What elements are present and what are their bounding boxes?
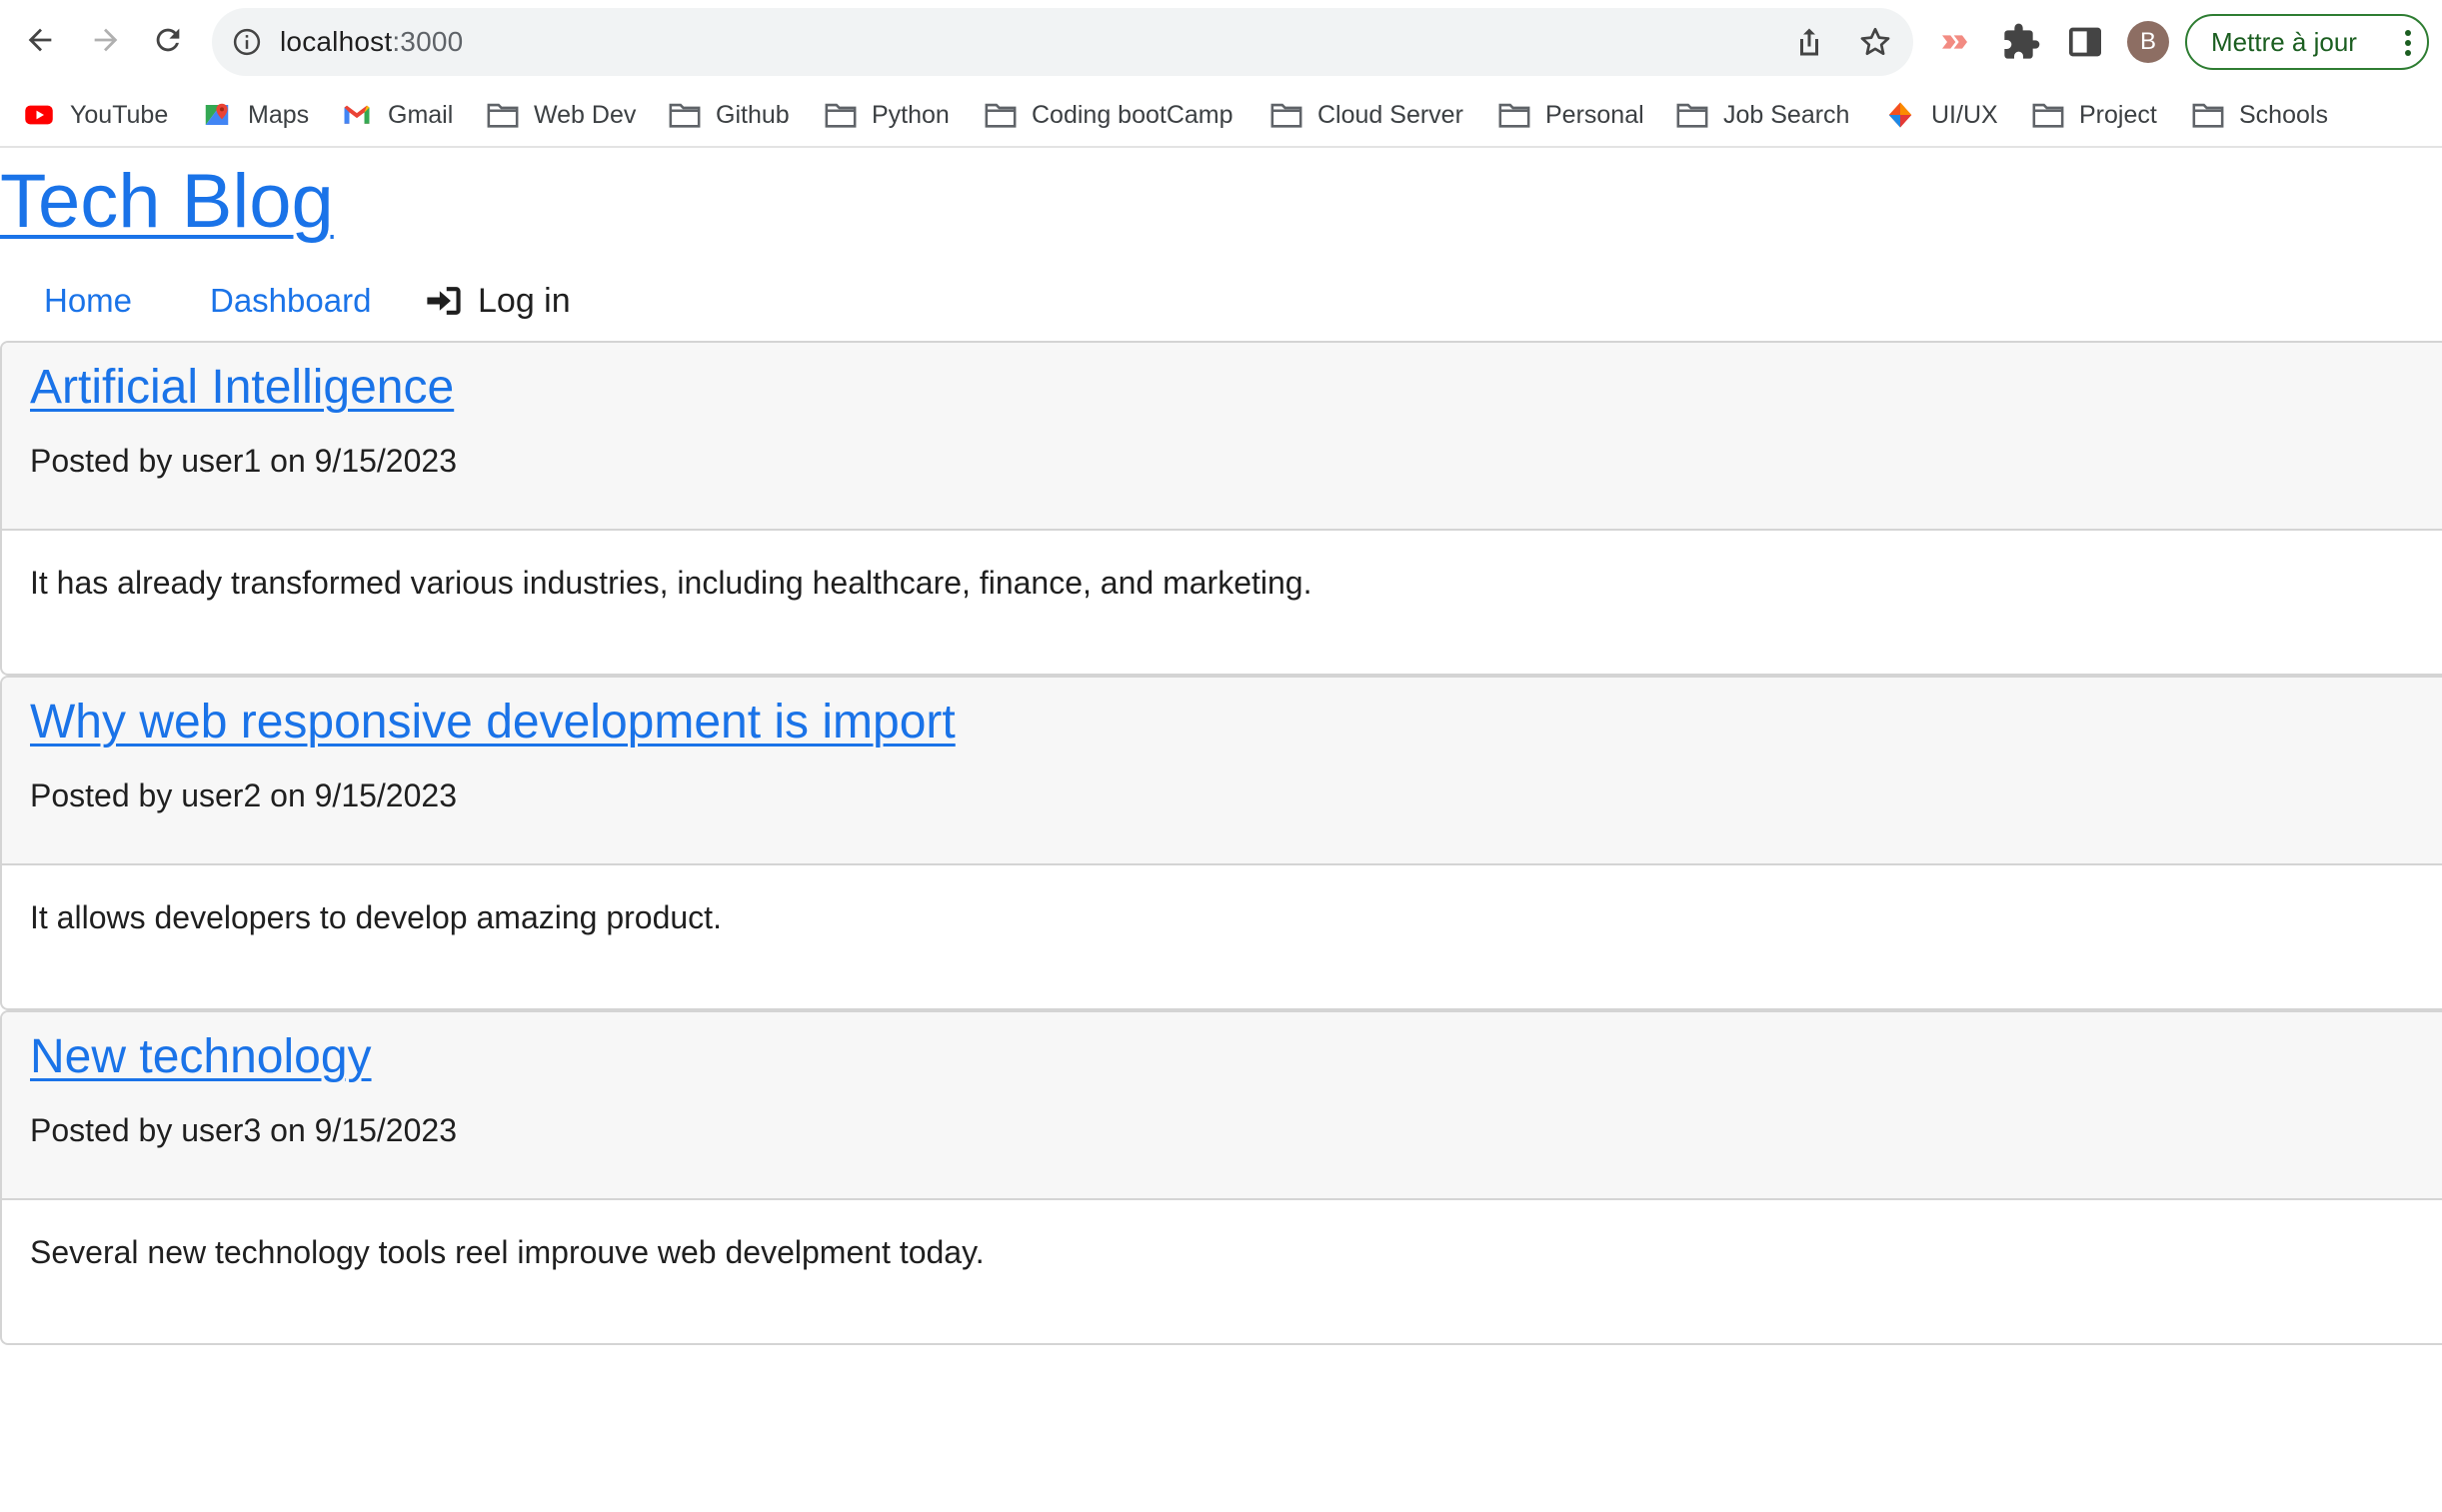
gmail-icon — [344, 105, 370, 124]
nav-login-link[interactable]: Log in — [426, 266, 571, 336]
bookmark-folder-cloud-server[interactable]: Cloud Server — [1269, 84, 1463, 146]
side-panel-icon[interactable] — [2065, 22, 2105, 62]
url-port: :3000 — [392, 26, 464, 57]
post-card-header: New technology Posted by user3 on 9/15/2… — [2, 1012, 2442, 1200]
bookmark-label: YouTube — [70, 100, 169, 129]
youtube-icon — [25, 105, 53, 125]
bookmark-folder-web-dev[interactable]: Web Dev — [486, 84, 636, 146]
bookmark-star-icon[interactable] — [1857, 24, 1893, 60]
folder-icon — [2192, 103, 2224, 128]
reload-icon — [156, 28, 180, 52]
site-nav: Home Dashboard Log in — [0, 266, 700, 336]
bookmark-label: Project — [2079, 100, 2157, 129]
bookmark-label: Personal — [1545, 100, 1644, 129]
maps-icon — [205, 103, 229, 125]
post-title-link[interactable]: Why web responsive development is import — [30, 692, 956, 754]
extensions-puzzle-icon[interactable] — [2001, 22, 2041, 62]
post-body: It has already transformed various indus… — [30, 565, 1312, 601]
figma-icon — [1888, 102, 1912, 128]
forward-button[interactable] — [80, 14, 132, 66]
profile-avatar[interactable]: B — [2127, 21, 2169, 63]
post-card: New technology Posted by user3 on 9/15/2… — [0, 1010, 2442, 1345]
post-card: Why web responsive development is import… — [0, 676, 2442, 1010]
bookmark-folder-github[interactable]: Github — [668, 84, 790, 146]
bookmark-gmail[interactable]: Gmail — [340, 84, 453, 146]
forward-arrow-icon — [94, 28, 118, 52]
sign-in-icon — [427, 287, 461, 315]
update-button[interactable]: Mettre à jour — [2185, 14, 2429, 70]
post-card: Artificial Intelligence Posted by user1 … — [0, 341, 2442, 676]
bookmark-label: Schools — [2239, 100, 2328, 129]
bookmark-folder-python[interactable]: Python — [824, 84, 950, 146]
bookmark-youtube[interactable]: YouTube — [22, 84, 168, 146]
bookmark-label: Python — [872, 100, 950, 129]
bookmark-folder-job-search[interactable]: Job Search — [1675, 84, 1849, 146]
url-host: localhost — [280, 26, 393, 57]
site-title-link[interactable]: Tech Blog — [0, 152, 334, 252]
nav-home-link[interactable]: Home — [44, 266, 132, 336]
folder-icon — [825, 103, 857, 128]
back-arrow-icon — [28, 28, 52, 52]
bookmark-folder-coding-bootcamp[interactable]: Coding bootCamp — [984, 84, 1233, 146]
nav-login-label: Log in — [478, 281, 571, 320]
post-card-header: Artificial Intelligence Posted by user1 … — [2, 343, 2442, 531]
folder-icon — [2032, 103, 2064, 128]
post-body: It allows developers to develop amazing … — [30, 899, 722, 935]
bookmark-label: UI/UX — [1931, 100, 1998, 129]
bookmark-uiux[interactable]: UI/UX — [1883, 84, 1998, 146]
bookmark-label: Maps — [248, 100, 310, 129]
bookmark-label: Github — [716, 100, 790, 129]
bookmarks-bar: YouTube Maps Gmail Web Dev Github Python… — [0, 84, 2442, 148]
post-title-link[interactable]: Artificial Intelligence — [30, 357, 454, 419]
url-text[interactable]: localhost:3000 — [280, 8, 463, 76]
back-button[interactable] — [14, 14, 66, 66]
folder-icon — [1676, 103, 1708, 128]
address-bar[interactable]: localhost:3000 — [212, 8, 1913, 76]
share-icon[interactable] — [1791, 24, 1827, 60]
bookmark-label: Gmail — [388, 100, 454, 129]
post-meta: Posted by user1 on 9/15/2023 — [30, 443, 457, 479]
extension-icon[interactable] — [1937, 22, 1977, 62]
bookmark-maps[interactable]: Maps — [200, 84, 309, 146]
site-info-icon[interactable] — [232, 27, 262, 57]
folder-icon — [985, 103, 1017, 128]
bookmark-folder-schools[interactable]: Schools — [2191, 84, 2328, 146]
folder-icon — [669, 103, 701, 128]
bookmark-label: Web Dev — [534, 100, 637, 129]
bookmark-folder-personal[interactable]: Personal — [1497, 84, 1644, 146]
browser-toolbar: localhost:3000 B Mettre à jour — [0, 0, 2442, 84]
more-menu-icon[interactable] — [2395, 28, 2421, 58]
reload-button[interactable] — [142, 14, 194, 66]
bookmark-label: Coding bootCamp — [1032, 100, 1233, 129]
folder-icon — [1270, 103, 1302, 128]
folder-icon — [487, 103, 519, 128]
post-title-link[interactable]: New technology — [30, 1026, 372, 1088]
nav-dashboard-link[interactable]: Dashboard — [210, 266, 371, 336]
post-meta: Posted by user3 on 9/15/2023 — [30, 1112, 457, 1148]
post-body: Several new technology tools reel improu… — [30, 1234, 985, 1270]
folder-icon — [1498, 103, 1530, 128]
page-content: Tech Blog Home Dashboard Log in Artifici… — [0, 148, 2442, 1512]
bookmark-label: Cloud Server — [1317, 100, 1463, 129]
update-button-label: Mettre à jour — [2211, 27, 2357, 57]
post-card-header: Why web responsive development is import… — [2, 678, 2442, 865]
bookmark-folder-project[interactable]: Project — [2031, 84, 2157, 146]
bookmark-label: Job Search — [1723, 100, 1850, 129]
post-meta: Posted by user2 on 9/15/2023 — [30, 777, 457, 813]
